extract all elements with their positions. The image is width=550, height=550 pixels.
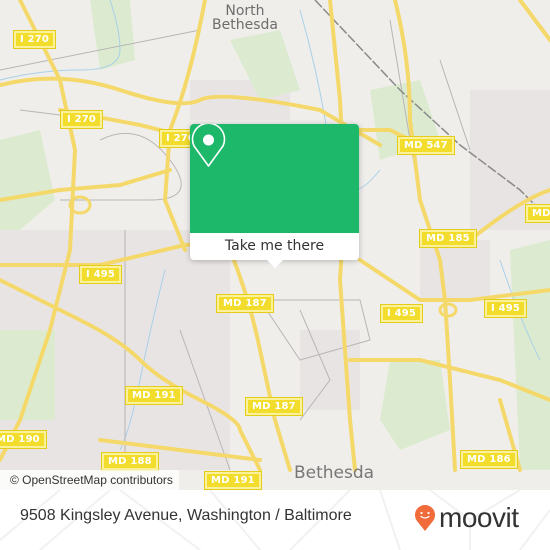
place-label-bethesda: Bethesda (294, 463, 375, 483)
map-pin-icon (191, 124, 226, 167)
moovit-wordmark: moovit (439, 502, 519, 533)
road-shield: MD 190 (0, 431, 46, 448)
take-me-there-button[interactable]: Take me there (190, 233, 359, 260)
moovit-logo[interactable]: moovit (414, 500, 519, 536)
road-shield: MD 187 (217, 295, 273, 312)
road-shield: MD 186 (461, 451, 517, 468)
road-shield: MD (526, 205, 550, 222)
footer: 9508 Kingsley Avenue, Washington / Balti… (0, 490, 550, 550)
map[interactable]: North Bethesda Bethesda I 270 I 270 I 27… (0, 0, 550, 490)
road-shield: MD 185 (420, 230, 476, 247)
moovit-pin-icon (415, 505, 435, 531)
road-shield: I 270 (14, 31, 56, 48)
popup-pointer (266, 259, 284, 268)
place-label-line: North (225, 3, 265, 19)
road-shield: MD 188 (102, 453, 158, 470)
place-label-north-bethesda: North Bethesda (212, 4, 278, 32)
road-shield: I 495 (80, 266, 122, 283)
road-shield: I 270 (61, 111, 103, 128)
road-shield: MD 191 (205, 472, 261, 489)
road-shield: I 495 (485, 300, 527, 317)
location-popup: Take me there (190, 124, 359, 268)
popup-header (190, 124, 359, 233)
place-label-line: Bethesda (212, 17, 278, 33)
road-shield: MD 547 (398, 137, 454, 154)
address-text: 9508 Kingsley Avenue, Washington / Balti… (20, 507, 352, 524)
road-shield: I 495 (381, 305, 423, 322)
road-shield: MD 187 (246, 398, 302, 415)
map-attribution[interactable]: © OpenStreetMap contributors (0, 470, 179, 490)
road-shield: MD 191 (126, 387, 182, 404)
